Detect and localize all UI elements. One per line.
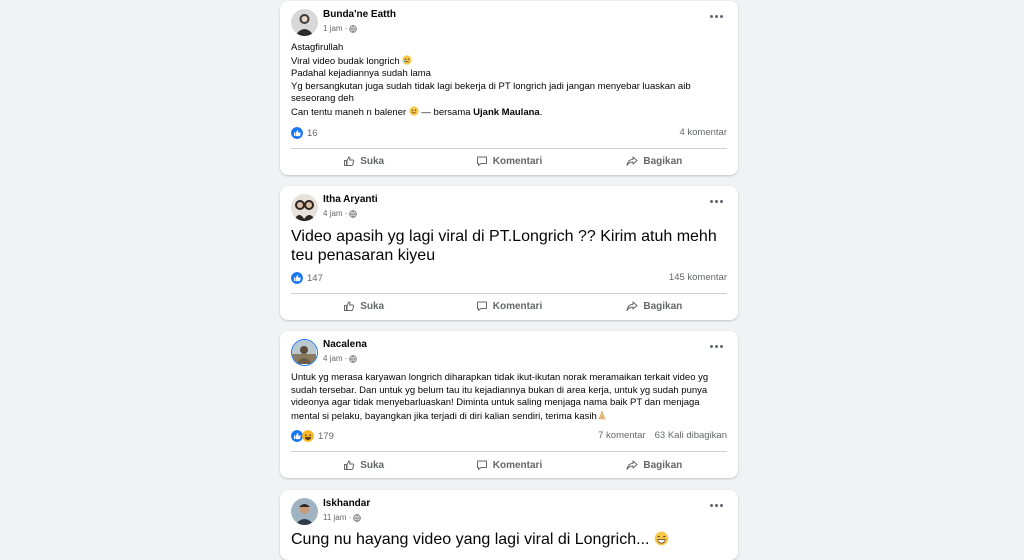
post-time[interactable]: 11 jam · — [323, 513, 351, 522]
divider — [291, 451, 727, 452]
reaction-count: 147 — [307, 272, 323, 284]
post-stats: 16 4 komentar — [291, 127, 727, 141]
grinning-emoji-icon — [654, 531, 669, 546]
action-bar: Suka Komentari Bagikan — [291, 294, 727, 318]
post-meta: 11 jam · — [323, 513, 362, 522]
more-options-icon[interactable] — [708, 341, 724, 351]
post-text: Astagfirullah Viral video budak longrich… — [291, 42, 727, 119]
share-button[interactable]: Bagikan — [582, 294, 727, 318]
crying-emoji-icon — [409, 105, 419, 116]
post-meta: 4 jam · — [323, 209, 358, 218]
post-card: Bunda'ne Eatth 1 jam · Astagfirullah Vir… — [280, 1, 738, 175]
post-card: Iskhandar 11 jam · Cung nu hayang video … — [280, 490, 738, 560]
share-button[interactable]: Bagikan — [582, 453, 727, 477]
share-icon — [626, 301, 638, 311]
share-icon — [626, 460, 638, 470]
crying-emoji-icon — [402, 54, 412, 65]
post-text: Cung nu hayang video yang lagi viral di … — [291, 530, 727, 549]
avatar[interactable] — [291, 339, 318, 366]
folded-hands-emoji-icon — [597, 409, 606, 419]
share-icon — [626, 156, 638, 166]
globe-icon — [349, 354, 358, 363]
post-time[interactable]: 4 jam · — [323, 354, 347, 363]
post-line: Astagfirullah — [291, 42, 344, 53]
author-name[interactable]: Itha Aryanti — [323, 194, 378, 205]
post-line: Yg bersangkutan juga sudah tidak lagi be… — [291, 80, 691, 105]
comment-count[interactable]: 145 komentar — [669, 272, 727, 283]
post-time[interactable]: 1 jam · — [323, 24, 347, 33]
reaction-count: 179 — [318, 430, 334, 442]
like-reaction-icon — [291, 127, 303, 139]
post-stats: 147 145 komentar — [291, 272, 727, 286]
post-text: Untuk yg merasa karyawan longrich dihara… — [291, 372, 709, 422]
thumbs-up-icon — [344, 301, 355, 311]
comment-icon — [476, 301, 487, 311]
post-stats: 179 7 komentar 63 Kali dibagikan — [291, 430, 727, 444]
share-button[interactable]: Bagikan — [582, 149, 727, 173]
like-button[interactable]: Suka — [291, 294, 436, 318]
comment-button[interactable]: Komentari — [436, 149, 581, 173]
post-line: Can tentu maneh n balener — bersama Ujan… — [291, 105, 543, 118]
avatar[interactable] — [291, 9, 318, 36]
post-time[interactable]: 4 jam · — [323, 209, 347, 218]
action-bar: Suka Komentari Bagikan — [291, 453, 727, 477]
share-count[interactable]: 63 Kali dibagikan — [655, 430, 727, 441]
avatar[interactable] — [291, 498, 318, 525]
comment-button[interactable]: Komentari — [436, 294, 581, 318]
post-line: Viral video budak longrich — [291, 54, 727, 69]
more-options-icon[interactable] — [708, 500, 724, 510]
post-card: Itha Aryanti 4 jam · Video apasih yg lag… — [280, 186, 738, 320]
post-meta: 4 jam · — [323, 354, 358, 363]
comment-icon — [476, 156, 487, 166]
comment-count[interactable]: 7 komentar — [598, 430, 646, 441]
globe-icon — [349, 24, 358, 33]
avatar[interactable] — [291, 194, 318, 221]
post-text: Video apasih yg lagi viral di PT.Longric… — [291, 228, 717, 264]
post-card: Nacalena 4 jam · Untuk yg merasa karyawa… — [280, 331, 738, 478]
comment-icon — [476, 460, 487, 470]
haha-reaction-icon — [302, 430, 314, 442]
comment-button[interactable]: Komentari — [436, 453, 581, 477]
tagged-user-link[interactable]: Ujank Maulana — [473, 107, 540, 118]
post-line: Padahal kejadiannya sudah lama — [291, 68, 431, 79]
post-meta: 1 jam · — [323, 24, 358, 33]
globe-icon — [353, 513, 362, 522]
more-options-icon[interactable] — [708, 11, 724, 21]
author-name[interactable]: Nacalena — [323, 339, 367, 350]
like-button[interactable]: Suka — [291, 149, 436, 173]
reaction-summary[interactable]: 16 — [291, 127, 318, 139]
author-name[interactable]: Bunda'ne Eatth — [323, 9, 396, 20]
like-reaction-icon — [291, 272, 303, 284]
like-button[interactable]: Suka — [291, 453, 436, 477]
reaction-summary[interactable]: 147 — [291, 272, 323, 284]
more-options-icon[interactable] — [708, 196, 724, 206]
author-name[interactable]: Iskhandar — [323, 498, 370, 509]
reaction-summary[interactable]: 179 — [291, 430, 334, 442]
thumbs-up-icon — [344, 156, 355, 166]
reaction-count: 16 — [307, 127, 318, 139]
globe-icon — [349, 209, 358, 218]
thumbs-up-icon — [344, 460, 355, 470]
action-bar: Suka Komentari Bagikan — [291, 149, 727, 173]
comment-count[interactable]: 4 komentar — [679, 127, 727, 138]
